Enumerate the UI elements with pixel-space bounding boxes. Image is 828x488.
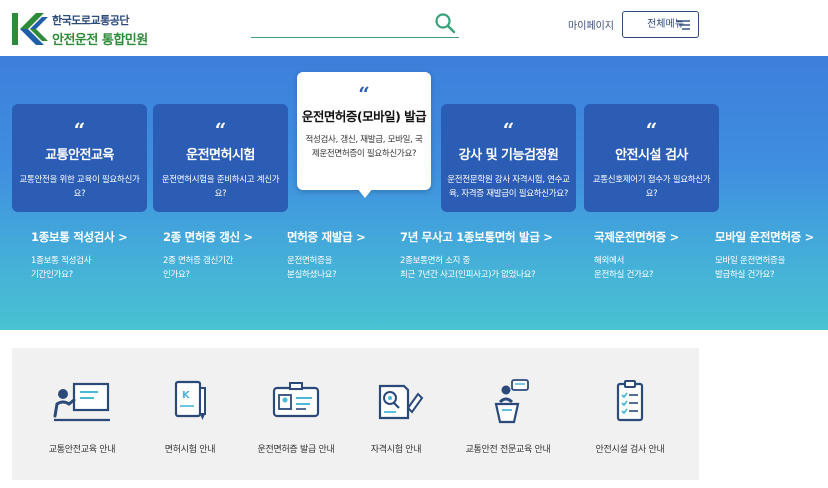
- logo-site-name: 안전운전 통합민원: [52, 33, 148, 48]
- card-traffic-safety-education[interactable]: “ 교통안전교육 교통안전을 위한 교육이 필요하신가요?: [12, 104, 147, 212]
- header: 한국도로교통공단 안전운전 통합민원 마이페이지 전체메뉴: [0, 0, 828, 56]
- card-title: 강사 및 기능검정원: [458, 148, 559, 163]
- card-title: 교통안전교육: [45, 148, 114, 163]
- active-card-pointer: [357, 188, 373, 198]
- quote-icon: “: [358, 82, 370, 106]
- service-label: 교통안전교육 안내: [48, 445, 116, 455]
- link-mobile-license[interactable]: 모바일 운전면허증 >: [715, 229, 814, 245]
- service-label: 운전면허증 발급 안내: [257, 445, 335, 455]
- link-desc: 1종보통 적성검사 기간인가요?: [31, 256, 92, 280]
- service-license-exam[interactable]: K 면허시험 안내: [136, 378, 244, 455]
- card-safety-facility-inspection[interactable]: “ 안전시설 검사 교통신호제어기 접수가 필요하신가요?: [584, 104, 719, 212]
- lecturer-podium-icon: [494, 379, 529, 424]
- link-1st-class-aptitude-test[interactable]: 1종보통 적성검사 >: [31, 229, 128, 245]
- hero-section: “ 교통안전교육 교통안전을 위한 교육이 필요하신가요? “ 운전면허시험 운…: [0, 56, 828, 330]
- service-professional-education[interactable]: 교통안전 전문교육 안내: [454, 378, 562, 455]
- card-title: 운전면허증(모바일) 발급: [301, 109, 427, 124]
- koroad-logo-icon: [12, 13, 48, 45]
- all-menu-button[interactable]: 전체메뉴: [622, 11, 699, 38]
- license-book-pen-icon: K: [174, 380, 206, 420]
- service-qualification-exam[interactable]: 자격시험 안내: [342, 378, 450, 455]
- card-instructor-examiner[interactable]: “ 강사 및 기능검정원 운전전문학원 강사 자격시험, 연수교육, 자격증 재…: [441, 104, 576, 212]
- mypage-link[interactable]: 마이페이지: [568, 17, 614, 32]
- instructor-board-icon: [53, 382, 110, 422]
- logo-org-name: 한국도로교통공단: [52, 14, 129, 27]
- svg-text:K: K: [182, 390, 191, 401]
- service-label: 자격시험 안내: [370, 445, 422, 455]
- site-logo[interactable]: 한국도로교통공단 안전운전 통합민원: [12, 9, 182, 49]
- service-label: 안전시설 검사 안내: [595, 445, 665, 455]
- exam-search-pen-icon: [378, 384, 424, 420]
- service-label: 면허시험 안내: [164, 445, 216, 455]
- card-desc: 운전전문학원 강사 자격시험, 연수교육, 자격증 재발급이 필요하신가요?: [447, 175, 570, 199]
- card-desc: 교통신호제어기 접수가 필요하신가요?: [592, 175, 711, 199]
- link-desc: 운전면허증을 분실하셨나요?: [287, 256, 337, 280]
- id-card-icon: [272, 382, 320, 418]
- clipboard-checklist-icon: [616, 380, 644, 422]
- search-icon[interactable]: [434, 12, 456, 34]
- quote-icon: “: [214, 118, 227, 142]
- quote-icon: “: [645, 118, 658, 142]
- card-desc: 운전면허시험을 준비하시고 계신가요?: [161, 175, 280, 199]
- link-international-license[interactable]: 국제운전면허증 >: [594, 229, 679, 245]
- card-desc: 교통안전을 위한 교육이 필요하신가요?: [19, 175, 140, 199]
- link-7year-accident-free-license[interactable]: 7년 무사고 1종보통면허 발급 >: [400, 229, 553, 245]
- card-desc: 적성검사, 갱신, 재발급, 모바일, 국제운전면허증이 필요하신가요?: [305, 135, 423, 159]
- card-license-exam[interactable]: “ 운전면허시험 운전면허시험을 준비하시고 계신가요?: [153, 104, 288, 212]
- link-2nd-class-renewal[interactable]: 2종 면허증 갱신 >: [163, 229, 253, 245]
- search-input[interactable]: [251, 10, 459, 38]
- quote-icon: “: [73, 118, 86, 142]
- service-traffic-safety-education[interactable]: 교통안전교육 안내: [28, 378, 136, 455]
- link-desc: 2종 면허증 갱신기간 인가요?: [163, 256, 234, 280]
- card-license-issuance[interactable]: “ 운전면허증(모바일) 발급 적성검사, 갱신, 재발급, 모바일, 국제운전…: [297, 72, 431, 190]
- link-desc: 해외에서 운전하실 건가요?: [594, 256, 654, 280]
- service-label: 교통안전 전문교육 안내: [465, 445, 551, 455]
- service-safety-facility-inspection[interactable]: 안전시설 검사 안내: [576, 378, 684, 455]
- link-desc: 2종보통면허 소지 중 최근 7년간 사고(인피사고)가 없었나요?: [400, 256, 536, 280]
- quote-icon: “: [502, 118, 515, 142]
- card-title: 안전시설 검사: [615, 148, 688, 163]
- service-guide-section: 교통안전교육 안내 K 면허시험 안내 운전면허증 발급 안내 자격시험 안내 …: [12, 348, 699, 480]
- service-license-issuance[interactable]: 운전면허증 발급 안내: [242, 378, 350, 455]
- link-license-reissue[interactable]: 면허증 재발급 >: [287, 229, 366, 245]
- link-desc: 모바일 운전면허증을 발급하실 건가요?: [715, 256, 786, 280]
- hamburger-icon: [676, 20, 690, 30]
- card-title: 운전면허시험: [186, 148, 255, 163]
